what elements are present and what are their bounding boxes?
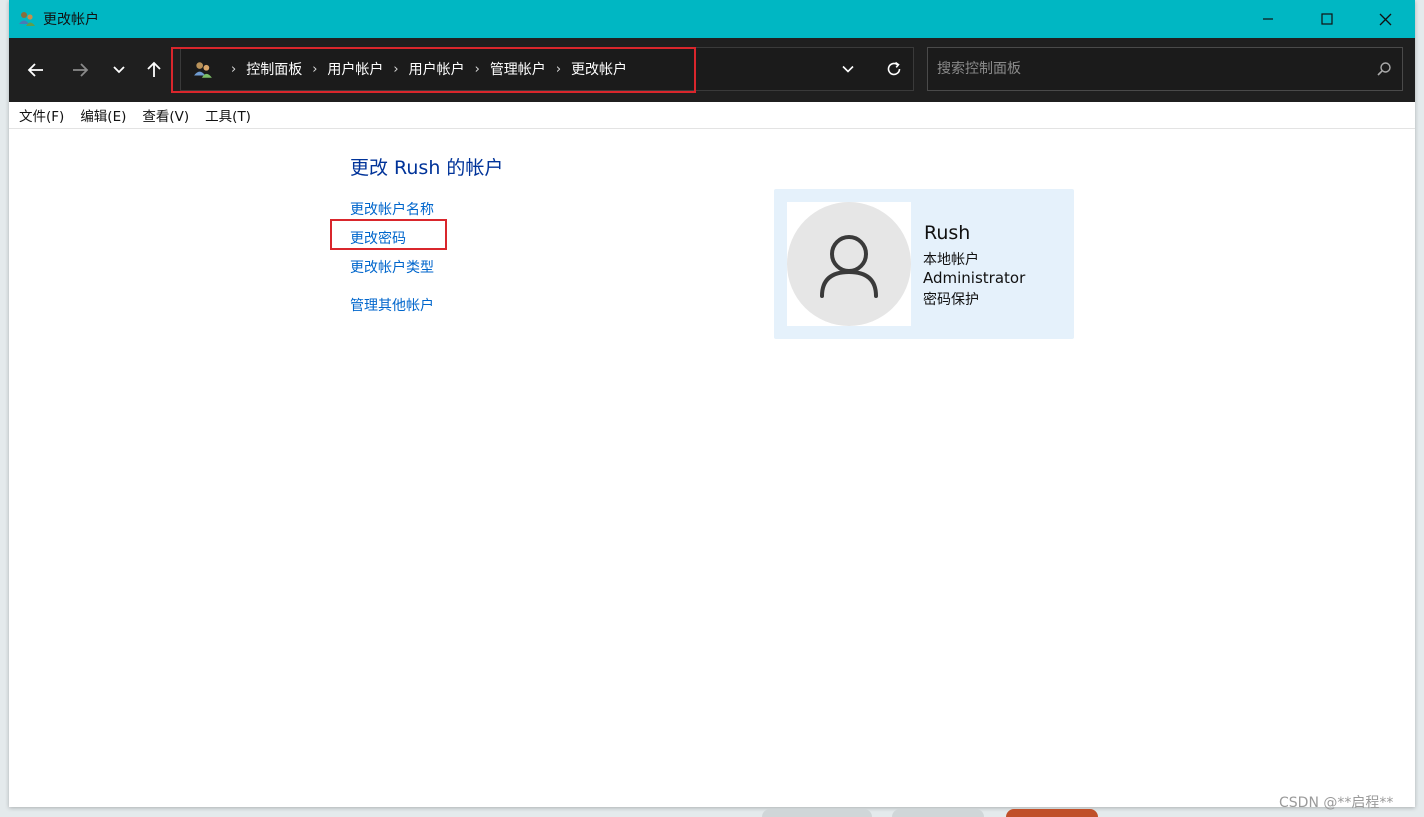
account-card: Rush 本地帐户 Administrator 密码保护 bbox=[774, 189, 1074, 339]
breadcrumb-separator[interactable]: › bbox=[231, 62, 236, 77]
title-bar[interactable]: 更改帐户 bbox=[9, 0, 1415, 38]
breadcrumb-user-accounts-sub[interactable]: 用户帐户 bbox=[409, 59, 465, 79]
main-content: 更改 Rush 的帐户 更改帐户名称 更改密码 更改帐户类型 管理其他帐户 Ru… bbox=[9, 129, 1415, 807]
maximize-button[interactable] bbox=[1298, 0, 1356, 38]
search-input[interactable] bbox=[928, 48, 1368, 90]
change-account-type-link[interactable]: 更改帐户类型 bbox=[350, 257, 434, 277]
watermark: CSDN @**启程** bbox=[1279, 795, 1394, 811]
user-accounts-icon bbox=[193, 60, 213, 80]
change-account-name-link[interactable]: 更改帐户名称 bbox=[350, 199, 434, 219]
arrow-right-icon bbox=[73, 63, 89, 77]
account-password-status: 密码保护 bbox=[923, 292, 979, 308]
manage-other-accounts-link[interactable]: 管理其他帐户 bbox=[350, 295, 434, 315]
breadcrumb-user-accounts[interactable]: 用户帐户 bbox=[327, 59, 383, 79]
forward-button[interactable] bbox=[65, 56, 95, 84]
control-panel-window: 更改帐户 › 控制面板 › 用户帐户 › 用户帐户 › 管理帐户 › 更改帐户 … bbox=[9, 0, 1415, 807]
menu-file[interactable]: 文件(F) bbox=[19, 105, 64, 125]
page-title: 更改 Rush 的帐户 bbox=[350, 157, 504, 179]
address-dropdown-button[interactable] bbox=[835, 56, 861, 82]
arrow-up-icon bbox=[147, 61, 161, 77]
breadcrumb-change-account[interactable]: 更改帐户 bbox=[571, 59, 627, 79]
back-button[interactable] bbox=[21, 56, 51, 84]
background-window-edge bbox=[1006, 809, 1098, 817]
breadcrumb-manage-accounts[interactable]: 管理帐户 bbox=[490, 59, 546, 79]
up-button[interactable] bbox=[139, 56, 169, 84]
search-icon[interactable] bbox=[1376, 61, 1392, 77]
address-bar[interactable]: › 控制面板 › 用户帐户 › 用户帐户 › 管理帐户 › 更改帐户 bbox=[180, 47, 914, 91]
background-window-edge bbox=[762, 809, 872, 817]
close-icon bbox=[1379, 13, 1391, 25]
refresh-button[interactable] bbox=[881, 56, 907, 82]
navigation-bar: › 控制面板 › 用户帐户 › 用户帐户 › 管理帐户 › 更改帐户 bbox=[9, 38, 1415, 102]
breadcrumb-separator[interactable]: › bbox=[393, 62, 398, 77]
window-title: 更改帐户 bbox=[43, 12, 99, 28]
breadcrumb: › 控制面板 › 用户帐户 › 用户帐户 › 管理帐户 › 更改帐户 bbox=[221, 48, 627, 90]
avatar bbox=[787, 202, 911, 326]
recent-locations-button[interactable] bbox=[104, 56, 134, 84]
breadcrumb-separator[interactable]: › bbox=[475, 62, 480, 77]
background-window-edge bbox=[892, 809, 984, 817]
maximize-icon bbox=[1321, 13, 1333, 25]
chevron-down-icon bbox=[113, 66, 125, 74]
minimize-icon bbox=[1263, 18, 1273, 20]
menu-tools[interactable]: 工具(T) bbox=[205, 105, 251, 125]
menu-view[interactable]: 查看(V) bbox=[142, 105, 189, 125]
change-password-link[interactable]: 更改密码 bbox=[350, 228, 406, 248]
minimize-button[interactable] bbox=[1239, 0, 1297, 38]
refresh-icon bbox=[887, 61, 901, 76]
breadcrumb-separator[interactable]: › bbox=[556, 62, 561, 77]
account-type: 本地帐户 bbox=[923, 252, 979, 268]
account-name: Rush bbox=[924, 222, 971, 244]
breadcrumb-separator[interactable]: › bbox=[312, 62, 317, 77]
avatar-frame bbox=[787, 202, 911, 326]
close-button[interactable] bbox=[1356, 0, 1414, 38]
menu-edit[interactable]: 编辑(E) bbox=[80, 105, 126, 125]
user-silhouette-icon bbox=[820, 235, 878, 298]
menu-bar: 文件(F) 编辑(E) 查看(V) 工具(T) bbox=[9, 102, 1415, 129]
user-accounts-icon bbox=[18, 10, 36, 28]
breadcrumb-control-panel[interactable]: 控制面板 bbox=[246, 59, 302, 79]
arrow-left-icon bbox=[27, 63, 43, 77]
search-box[interactable] bbox=[927, 47, 1403, 91]
chevron-down-icon bbox=[842, 65, 854, 73]
account-role: Administrator bbox=[923, 269, 1026, 287]
